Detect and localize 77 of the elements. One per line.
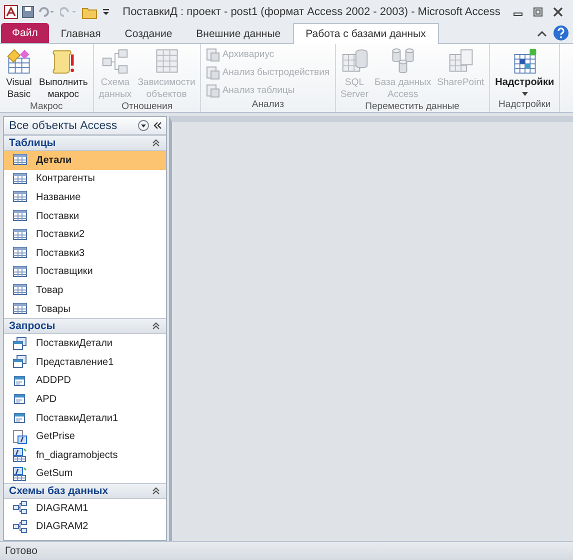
section-header[interactable]: Таблицы <box>4 135 166 151</box>
nav-item[interactable]: fn_diagramobjects <box>4 446 166 464</box>
collapse-ribbon-icon[interactable] <box>537 30 547 38</box>
customize-icon[interactable] <box>102 6 110 18</box>
section-header[interactable]: Запросы <box>4 318 166 334</box>
access-logo-icon[interactable] <box>4 5 18 19</box>
section-title: Запросы <box>9 320 56 332</box>
dropdown-icon[interactable] <box>138 120 149 131</box>
nav-item[interactable]: Детали <box>4 151 166 170</box>
close-icon[interactable] <box>553 7 563 17</box>
ribbon-tab[interactable]: Внешние данные <box>184 24 293 43</box>
section-header[interactable]: Схемы баз данных <box>4 483 166 500</box>
table-icon <box>13 153 27 168</box>
group-label: Надстройки <box>498 99 552 112</box>
nav-item[interactable]: Поставки3 <box>4 244 166 263</box>
nav-item[interactable]: GetSum <box>4 464 166 484</box>
group-label: Макрос <box>29 101 64 114</box>
collapse-section-icon[interactable] <box>152 139 160 147</box>
status-text: Готово <box>0 541 573 560</box>
restore-icon[interactable] <box>533 7 543 17</box>
table-icon <box>13 209 27 224</box>
nav-item[interactable]: ПоставкиДетали <box>4 334 166 353</box>
collapse-section-icon[interactable] <box>152 322 160 330</box>
group-label: Переместить данные <box>364 101 460 114</box>
window-icon <box>13 411 27 426</box>
collapse-section-icon[interactable] <box>152 487 160 496</box>
ribbon-tab[interactable]: Создание <box>112 24 184 43</box>
nav-item[interactable]: Контрагенты <box>4 170 166 188</box>
table-icon <box>13 228 27 242</box>
table-icon <box>13 302 27 316</box>
section-title: Схемы баз данных <box>9 485 110 498</box>
nav-item[interactable]: DIAGRAM1 <box>4 499 166 518</box>
table-icon <box>13 172 27 186</box>
pane-title[interactable]: Все объекты Access <box>9 120 134 132</box>
document-icon <box>206 84 220 98</box>
linked-boxes-icon <box>13 520 27 534</box>
window-title: ПоставкиД : проект - post1 (формат Access 2002 - 2003) - Microsoft Access <box>122 6 502 18</box>
nav-item[interactable]: ADDPD <box>4 372 166 390</box>
ribbon-button[interactable]: Надстройки <box>493 47 556 99</box>
nav-item[interactable]: Товары <box>4 300 166 318</box>
collapse-pane-icon[interactable] <box>153 121 162 130</box>
nav-item[interactable]: ПоставкиДетали1 <box>4 408 166 428</box>
document-icon <box>206 66 220 80</box>
nav-item[interactable]: Поставки <box>4 206 166 226</box>
ribbon-tab[interactable]: Главная <box>48 24 113 43</box>
nav-item[interactable]: Название <box>4 188 166 207</box>
function-table-icon <box>13 448 27 462</box>
group-label: Отношения <box>120 101 174 114</box>
document-icon <box>206 48 220 62</box>
section-title: Таблицы <box>9 137 57 149</box>
help-icon[interactable] <box>553 25 569 41</box>
table-icon <box>13 190 27 204</box>
nav-item[interactable]: Товар <box>4 281 166 300</box>
nav-item[interactable]: Поставки2 <box>4 225 166 244</box>
diagram-icon <box>101 47 130 75</box>
save-icon[interactable] <box>22 6 34 18</box>
function-icon <box>13 430 27 444</box>
group-label: Анализ <box>250 99 285 112</box>
file-tab[interactable]: Файл <box>1 23 49 43</box>
table-icon <box>13 246 27 260</box>
table-icon <box>13 283 27 298</box>
ribbon-button[interactable]: Visual Basic <box>3 47 35 101</box>
function-table-icon <box>13 466 27 481</box>
stacked-windows-icon <box>13 355 27 370</box>
nav-item[interactable]: DIAGRAM2 <box>4 518 166 536</box>
dropdown-arrow-icon <box>522 92 528 96</box>
nav-item[interactable]: Поставщики <box>4 262 166 282</box>
linked-boxes-icon <box>13 501 27 516</box>
nav-item[interactable]: Представление1 <box>4 352 166 372</box>
window-icon <box>13 392 27 406</box>
table-icon <box>13 264 27 279</box>
nav-item[interactable]: APD <box>4 390 166 409</box>
ribbon-button[interactable]: Выполнить макрос <box>37 47 90 101</box>
ribbon-tab[interactable]: Работа с базами данных <box>292 23 439 44</box>
stacked-windows-icon <box>13 336 27 351</box>
nav-item[interactable]: GetPrise <box>4 427 166 446</box>
window-icon <box>13 374 27 388</box>
